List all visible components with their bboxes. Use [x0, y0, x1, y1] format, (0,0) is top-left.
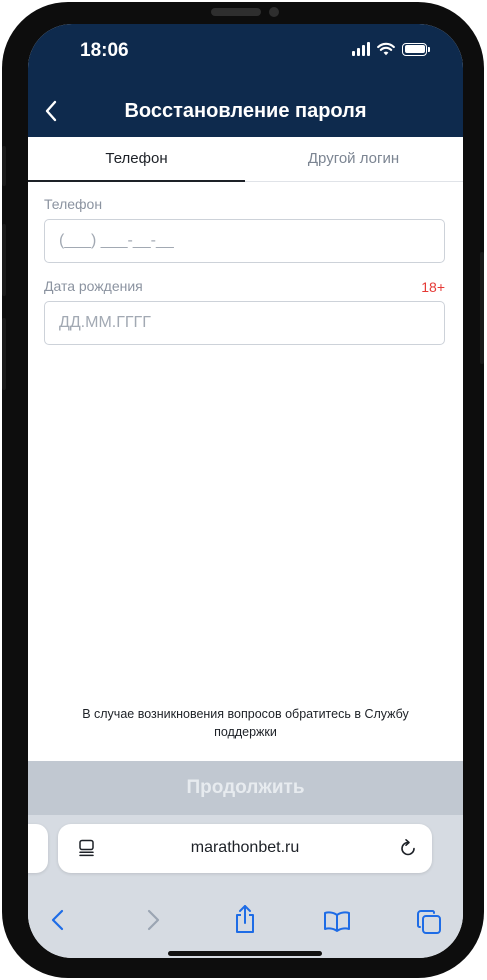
- login-type-tabs: Телефон Другой логин: [28, 137, 463, 182]
- forward-icon[interactable]: [144, 908, 162, 932]
- speaker-grille: [211, 8, 261, 16]
- tab-other-login[interactable]: Другой логин: [245, 137, 462, 182]
- page-title: Восстановление пароля: [124, 100, 367, 122]
- phone-input[interactable]: [44, 219, 445, 263]
- battery-icon: [402, 42, 430, 56]
- tab-phone[interactable]: Телефон: [28, 137, 245, 182]
- screen: 18:06 Восстановление пароля Телефон Друг…: [28, 24, 463, 958]
- browser-toolbar: marathonbet.ru: [28, 815, 463, 958]
- age-restriction-badge: 18+: [421, 279, 445, 295]
- volume-up-button: [2, 224, 6, 296]
- back-icon[interactable]: [49, 908, 67, 932]
- continue-button[interactable]: Продолжить: [28, 761, 463, 815]
- birthdate-input[interactable]: [44, 301, 445, 345]
- power-button: [480, 252, 484, 364]
- tabs-icon[interactable]: [416, 909, 442, 935]
- app-header: 18:06 Восстановление пароля: [28, 24, 463, 137]
- phone-field-label: Телефон: [44, 196, 103, 212]
- reload-icon[interactable]: [398, 838, 418, 858]
- cellular-signal-icon: [352, 42, 370, 56]
- share-icon[interactable]: [233, 904, 257, 934]
- front-camera: [269, 7, 279, 17]
- wifi-icon: [377, 42, 395, 56]
- home-indicator: [168, 951, 322, 956]
- support-notice: В случае возникновения вопросов обратите…: [82, 707, 409, 739]
- volume-down-button: [2, 318, 6, 390]
- status-time: 18:06: [80, 40, 129, 61]
- bookmarks-icon[interactable]: [323, 910, 351, 932]
- birthdate-field-label: Дата рождения: [44, 278, 143, 294]
- previous-tab-preview[interactable]: [28, 824, 48, 873]
- status-icons: [352, 42, 430, 56]
- phone-frame: 18:06 Восстановление пароля Телефон Друг…: [2, 2, 484, 978]
- mute-switch: [2, 146, 6, 186]
- url-text: marathonbet.ru: [190, 839, 300, 856]
- address-bar[interactable]: marathonbet.ru: [58, 824, 432, 873]
